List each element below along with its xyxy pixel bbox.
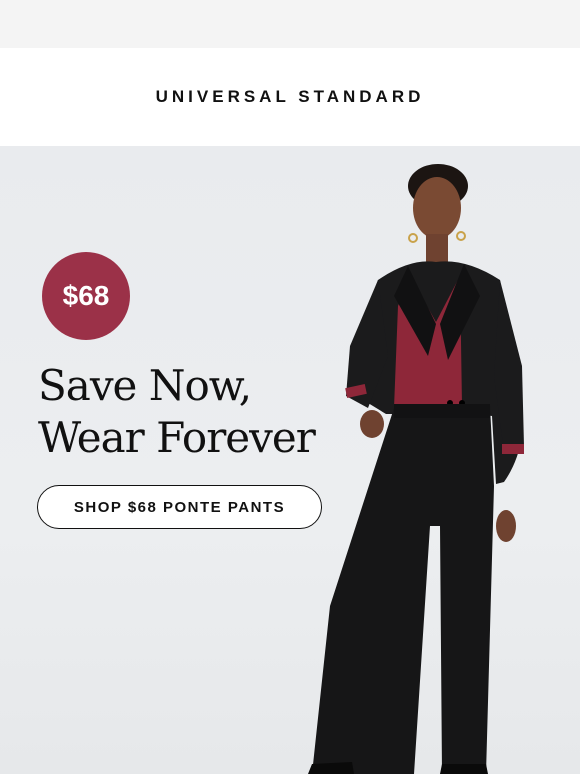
model-image — [308, 164, 524, 774]
shop-ponte-pants-button[interactable]: SHOP $68 PONTE PANTS — [37, 485, 322, 529]
headline-line-2: Wear Forever — [38, 413, 316, 462]
hero-banner[interactable]: $68 Save Now, Wear Forever SHOP $68 PONT… — [0, 146, 580, 774]
headline-line-1: Save Now, — [38, 361, 252, 410]
price-badge: $68 — [42, 252, 130, 340]
email-header: UNIVERSAL STANDARD — [0, 48, 580, 146]
hero-headline: Save Now, Wear Forever — [38, 360, 316, 464]
top-spacer — [0, 0, 580, 48]
brand-logo[interactable]: UNIVERSAL STANDARD — [156, 87, 425, 107]
